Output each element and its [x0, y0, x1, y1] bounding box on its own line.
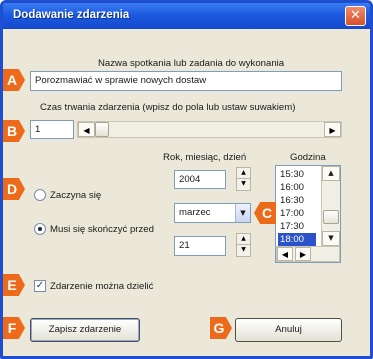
time-label: Godzina: [290, 152, 326, 163]
month-value: marzec: [179, 207, 211, 218]
time-scroll-left-arrow-icon[interactable]: ◀: [277, 247, 293, 261]
day-spinner[interactable]: ▲ ▼: [236, 233, 251, 257]
time-list-vscroll[interactable]: ▲ ▼: [321, 166, 340, 246]
day-up-arrow-icon[interactable]: ▲: [237, 234, 250, 245]
time-list-hscroll[interactable]: ◀ ▶: [276, 246, 340, 262]
callout-badge-e: E: [3, 274, 25, 296]
year-input[interactable]: 2004: [174, 170, 226, 189]
time-listbox[interactable]: 15:30 16:00 16:30 17:00 17:30 18:00 ▲ ▼ ◀ ▶: [275, 165, 341, 263]
year-spinner[interactable]: ▲ ▼: [236, 167, 251, 191]
task-name-input[interactable]: Porozmawiać w sprawie nowych dostaw: [30, 71, 342, 91]
callout-badge-b: B: [3, 120, 25, 142]
divisible-label[interactable]: Zdarzenie można dzielić: [50, 281, 153, 292]
time-option[interactable]: 17:30: [278, 220, 316, 233]
slider-right-arrow-icon[interactable]: ▶: [324, 122, 341, 137]
day-input[interactable]: 21: [174, 236, 226, 256]
duration-input[interactable]: 1: [30, 120, 74, 139]
time-scroll-thumb[interactable]: [323, 210, 339, 224]
date-label: Rok, miesiąc, dzień: [163, 152, 247, 163]
radio-end-label[interactable]: Musi się skończyć przed: [50, 224, 154, 235]
time-scroll-down-arrow-icon[interactable]: ▼: [322, 231, 340, 246]
radio-start-label[interactable]: Zaczyna się: [50, 190, 101, 201]
callout-badge-c: C: [254, 202, 276, 224]
duration-label: Czas trwania zdarzenia (wpisz do pola lu…: [40, 102, 296, 113]
time-scroll-up-arrow-icon[interactable]: ▲: [322, 166, 340, 181]
month-select[interactable]: marzec ▼: [174, 203, 251, 223]
year-down-arrow-icon[interactable]: ▼: [237, 179, 250, 190]
callout-badge-a: A: [3, 69, 25, 91]
task-name-label: Nazwa spotkania lub zadania do wykonania: [98, 58, 285, 69]
slider-left-arrow-icon[interactable]: ◀: [78, 122, 95, 137]
dialog-window: Dodawanie zdarzenia ✕ Nazwa spotkania lu…: [0, 0, 373, 359]
time-option[interactable]: 16:00: [278, 181, 316, 194]
day-down-arrow-icon[interactable]: ▼: [237, 245, 250, 256]
time-option[interactable]: 18:00: [278, 233, 316, 246]
radio-start[interactable]: [34, 189, 46, 201]
title-bar[interactable]: Dodawanie zdarzenia ✕: [3, 3, 370, 29]
time-option[interactable]: 15:30: [278, 168, 316, 181]
cancel-button[interactable]: Anuluj: [235, 318, 342, 342]
duration-slider[interactable]: ◀ ▶: [77, 121, 342, 138]
time-option[interactable]: 17:00: [278, 207, 316, 220]
radio-end[interactable]: [34, 223, 46, 235]
year-up-arrow-icon[interactable]: ▲: [237, 168, 250, 179]
callout-badge-f: F: [3, 317, 25, 339]
slider-thumb[interactable]: [95, 122, 109, 137]
month-dropdown-chevron-down-icon[interactable]: ▼: [235, 204, 250, 222]
save-button[interactable]: Zapisz zdarzenie: [30, 318, 140, 342]
callout-badge-g: G: [210, 317, 232, 339]
divisible-checkbox[interactable]: ✓: [34, 280, 46, 292]
time-scroll-right-arrow-icon[interactable]: ▶: [295, 247, 311, 261]
close-button[interactable]: ✕: [345, 6, 366, 26]
window-title: Dodawanie zdarzenia: [13, 9, 130, 21]
callout-badge-d: D: [3, 178, 25, 200]
time-option[interactable]: 16:30: [278, 194, 316, 207]
